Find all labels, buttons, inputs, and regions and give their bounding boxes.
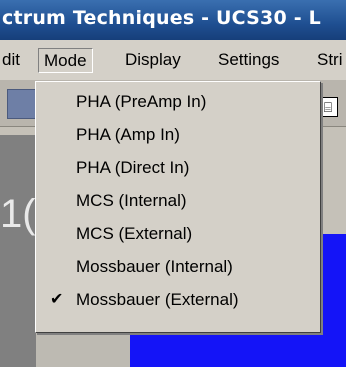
menu-item-label: Mossbauer (External) — [76, 290, 239, 309]
spectrum-readout: 1( — [0, 192, 36, 236]
menu-settings[interactable]: Settings — [218, 48, 279, 72]
workspace-gray-area — [36, 330, 130, 367]
toolbar-button[interactable] — [7, 89, 37, 119]
menu-edit[interactable]: dit — [2, 48, 20, 72]
mode-dropdown-menu: PHA (PreAmp In) PHA (Amp In) PHA (Direct… — [35, 81, 321, 333]
menu-item-pha-amp-in[interactable]: PHA (Amp In) — [39, 118, 317, 151]
menu-item-mcs-internal[interactable]: MCS (Internal) — [39, 184, 317, 217]
window-title-bar: ctrum Techniques - UCS30 - L — [0, 0, 346, 40]
menu-display[interactable]: Display — [125, 48, 181, 72]
menu-item-label: PHA (Amp In) — [76, 125, 180, 144]
display-icon[interactable]: ⌸ — [318, 97, 338, 117]
window-title: ctrum Techniques - UCS30 - L — [2, 7, 321, 29]
menu-item-mossbauer-external[interactable]: ✔ Mossbauer (External) — [39, 283, 317, 316]
menu-item-label: Mossbauer (Internal) — [76, 257, 233, 276]
menu-item-mossbauer-internal[interactable]: Mossbauer (Internal) — [39, 250, 317, 283]
menu-item-pha-preamp-in[interactable]: PHA (PreAmp In) — [39, 85, 317, 118]
menu-item-label: MCS (Internal) — [76, 191, 187, 210]
menu-item-label: PHA (PreAmp In) — [76, 92, 207, 111]
checkmark-icon: ✔ — [50, 291, 64, 308]
spectrum-panel — [0, 135, 36, 367]
menu-item-label: MCS (External) — [76, 224, 193, 243]
menu-item-mcs-external[interactable]: MCS (External) — [39, 217, 317, 250]
menu-mode[interactable]: Mode — [38, 48, 93, 73]
menu-item-label: PHA (Direct In) — [76, 158, 190, 177]
menu-bar: dit Mode Display Settings Stri — [0, 40, 346, 80]
menu-item-pha-direct-in[interactable]: PHA (Direct In) — [39, 151, 317, 184]
menu-strip[interactable]: Stri — [317, 48, 343, 72]
